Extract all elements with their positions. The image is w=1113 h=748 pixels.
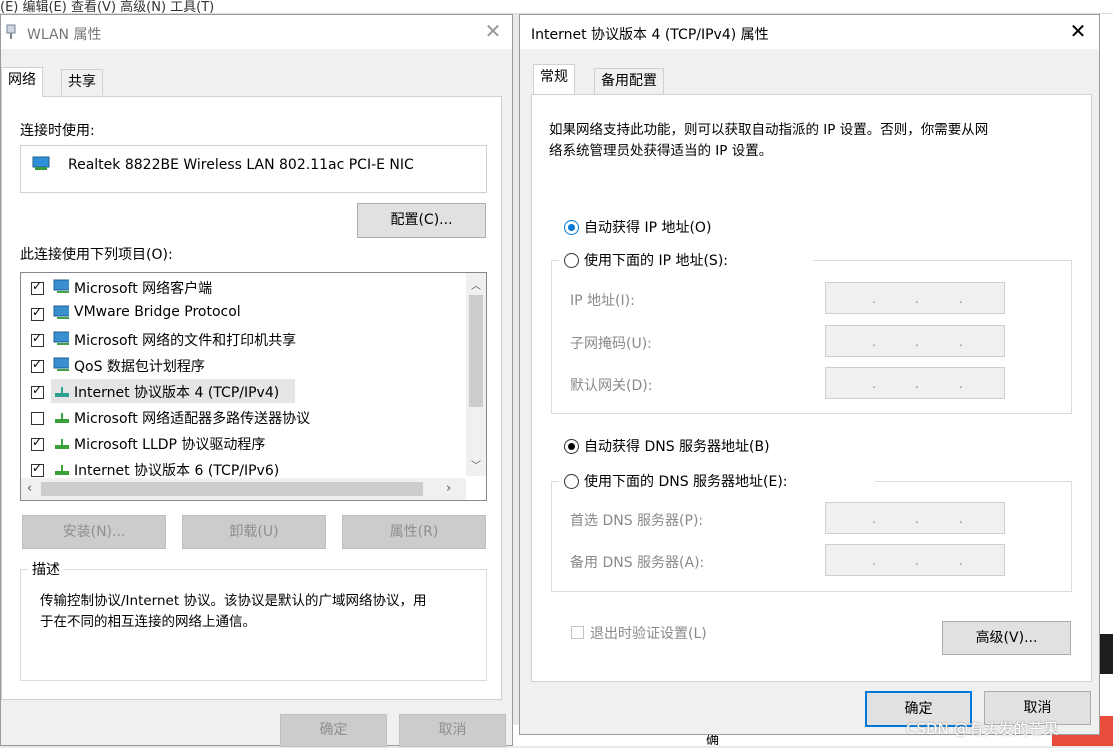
auto-ip-radio[interactable] [564,220,579,235]
items-label: 此连接使用下列项目(O): [20,247,173,263]
wlan-properties-window: WLAN 属性 ✕ 网络 共享 连接时使用: Realtek 8822BE Wi… [0,14,513,747]
ipv4-tab-panel: 如果网络支持此功能，则可以获取自动指派的 IP 设置。否则，你需要从网 络系统管… [531,94,1092,682]
manual-dns-radio[interactable] [564,474,579,489]
list-horizontal-scrollbar[interactable]: ‹ › [21,478,466,500]
description-title: 描述 [28,559,64,579]
preferred-dns-label: 首选 DNS 服务器(P): [570,513,704,529]
ip-address-label: IP 地址(I): [570,293,635,309]
tab-alternate-config[interactable]: 备用配置 [594,68,664,94]
list-item[interactable]: QoS 数据包计划程序 [74,356,205,376]
background-window-edge [1100,14,1113,746]
protocol-icon [55,413,69,423]
list-item[interactable]: Microsoft 网络适配器多路传送器协议 [74,408,310,428]
wlan-title-bar: WLAN 属性 ✕ [1,15,512,49]
list-item[interactable]: Microsoft LLDP 协议驱动程序 [74,434,265,454]
network-client-icon [53,357,69,371]
network-client-icon [53,305,69,319]
auto-ip-label[interactable]: 自动获得 IP 地址(O) [584,217,711,237]
install-button[interactable]: 安装(N)... [22,515,166,549]
item-checkbox[interactable] [31,305,44,321]
advanced-button[interactable]: 高级(V)... [942,621,1071,655]
scroll-thumb[interactable] [469,295,483,407]
configure-button[interactable]: 配置(C)... [357,203,486,238]
auto-dns-label[interactable]: 自动获得 DNS 服务器地址(B) [584,436,770,456]
protocol-icon [55,465,69,475]
wlan-cancel-button[interactable]: 取消 [399,714,506,747]
ipv4-close-button[interactable]: ✕ [1066,20,1090,44]
alternate-dns-label: 备用 DNS 服务器(A): [570,555,705,571]
scroll-up-icon[interactable]: ︿ [471,277,481,292]
item-checkbox[interactable] [31,412,44,425]
tab-general[interactable]: 常规 [533,64,575,94]
validate-on-exit-label: 退出时验证设置(L) [590,626,707,642]
manual-ip-label[interactable]: 使用下面的 IP 地址(S): [584,250,728,270]
default-gateway-field[interactable]: ... [825,367,1005,399]
list-item[interactable]: Internet 协议版本 4 (TCP/IPv4) [74,382,279,402]
adapter-name: Realtek 8822BE Wireless LAN 802.11ac PCI… [68,157,414,173]
item-checkbox[interactable] [31,461,44,477]
intro-line-1: 如果网络支持此功能，则可以获取自动指派的 IP 设置。否则，你需要从网 [549,122,989,138]
ip-address-field[interactable]: ... [825,282,1005,314]
scroll-down-icon[interactable]: ﹀ [471,457,481,472]
subnet-mask-field[interactable]: ... [825,325,1005,357]
network-client-icon [53,279,69,293]
item-checkbox[interactable] [31,383,44,399]
item-checkbox[interactable] [31,435,44,451]
list-item[interactable]: Microsoft 网络客户端 [74,278,212,298]
scroll-right-icon[interactable]: › [446,481,451,496]
components-list-rows: Microsoft 网络客户端 VMware Bridge Protocol M… [21,275,466,479]
properties-button[interactable]: 属性(R) [342,515,486,549]
item-checkbox[interactable] [31,331,44,347]
tab-network[interactable]: 网络 [1,67,43,97]
list-item[interactable]: Microsoft 网络的文件和打印机共享 [74,330,296,350]
item-checkbox[interactable] [31,279,44,295]
manual-ip-radio[interactable] [564,253,579,268]
wlan-tab-panel: 连接时使用: Realtek 8822BE Wireless LAN 802.1… [1,96,502,700]
description-line-1: 传输控制协议/Internet 协议。该协议是默认的广域网络协议，用 [40,593,427,609]
list-item[interactable]: VMware Bridge Protocol [74,304,241,320]
network-adapter-icon [32,156,50,170]
scroll-h-thumb[interactable] [41,482,423,496]
tab-sharing[interactable]: 共享 [61,69,103,95]
background-window-menubar: (E) 编辑(E) 查看(V) 高级(N) 工具(T) [0,0,1113,15]
default-gateway-label: 默认网关(D): [570,378,653,394]
validate-on-exit-checkbox[interactable] [571,626,584,639]
list-vertical-scrollbar[interactable]: ︿ ﹀ [466,273,486,476]
manual-dns-label[interactable]: 使用下面的 DNS 服务器地址(E): [584,471,788,491]
subnet-mask-label: 子网掩码(U): [570,336,652,352]
adapter-box: Realtek 8822BE Wireless LAN 802.11ac PCI… [20,145,487,193]
ipv4-title-bar: Internet 协议版本 4 (TCP/IPv4) 属性 ✕ [520,15,1099,49]
wlan-window-title: WLAN 属性 [27,27,102,43]
network-client-icon [53,331,69,345]
preferred-dns-field[interactable]: ... [825,502,1005,534]
wlan-window-icon [6,24,16,39]
connect-using-label: 连接时使用: [20,123,95,139]
wlan-close-button[interactable]: ✕ [481,20,505,44]
protocol-icon [55,387,69,397]
item-checkbox[interactable] [31,357,44,373]
protocol-icon [55,439,69,449]
uninstall-button[interactable]: 卸载(U) [182,515,326,549]
background-menu-text: (E) 编辑(E) 查看(V) 高级(N) 工具(T) [0,0,215,15]
alternate-dns-field[interactable]: ... [825,544,1005,576]
wlan-ok-button[interactable]: 确定 [280,714,387,747]
description-line-2: 于在不同的相互连接的网络上通信。 [40,614,256,630]
scroll-left-icon[interactable]: ‹ [27,481,32,496]
auto-dns-radio[interactable] [564,439,579,454]
ipv4-properties-window: Internet 协议版本 4 (TCP/IPv4) 属性 ✕ 常规 备用配置 … [519,14,1100,735]
list-item[interactable]: Internet 协议版本 6 (TCP/IPv6) [74,460,279,480]
ipv4-window-title: Internet 协议版本 4 (TCP/IPv4) 属性 [531,27,769,43]
intro-line-2: 络系统管理员处获得适当的 IP 设置。 [549,143,773,159]
watermark: CSDN @有头发的芒果 [906,720,1059,738]
components-list[interactable]: Microsoft 网络客户端 VMware Bridge Protocol M… [20,272,487,501]
